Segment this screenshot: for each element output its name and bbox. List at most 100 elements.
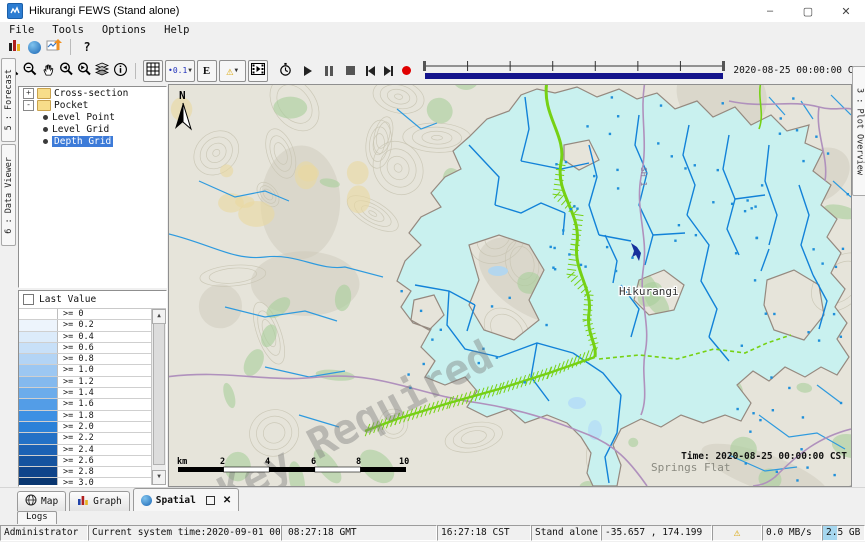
animation-timer-button[interactable] bbox=[277, 61, 295, 81]
tab-plot-overview[interactable]: 3 : Plot Overview bbox=[852, 66, 865, 196]
warning-levels-button[interactable]: ⚠ ▼ bbox=[219, 60, 246, 82]
tree-row[interactable]: + Cross-section bbox=[19, 87, 166, 99]
svg-text:6: 6 bbox=[311, 457, 316, 467]
legend-list: >= 0>= 0.2 >= 0.4>= 0.6>= 0.8>= 1.0>= 1.2… bbox=[19, 309, 152, 485]
tree-row-selected[interactable]: Depth Grid bbox=[19, 135, 166, 147]
tree-row[interactable]: - Pocket bbox=[19, 99, 166, 111]
explorer-button[interactable] bbox=[4, 37, 24, 57]
legend-row[interactable]: >= 2.6 bbox=[19, 456, 152, 467]
close-button[interactable]: ✕ bbox=[827, 1, 865, 22]
legend-row[interactable]: >= 2.4 bbox=[19, 445, 152, 456]
legend-color-swatch bbox=[19, 332, 58, 342]
warning-icon: ⚠ bbox=[226, 64, 233, 78]
scroll-down-arrow[interactable]: ▼ bbox=[152, 470, 166, 485]
svg-text:10: 10 bbox=[399, 457, 409, 467]
skip-to-end-button[interactable] bbox=[379, 61, 397, 81]
time-slider[interactable] bbox=[421, 57, 727, 84]
legend-row-label: >= 3.0 bbox=[58, 478, 152, 485]
grid-display-button[interactable] bbox=[143, 60, 163, 82]
skip-to-start-button[interactable] bbox=[361, 61, 379, 81]
tab-graph[interactable]: Graph bbox=[69, 491, 130, 511]
legend-row[interactable]: >= 1.2 bbox=[19, 377, 152, 388]
maximize-button[interactable]: ▢ bbox=[789, 1, 827, 22]
chevron-down-icon: ▼ bbox=[188, 67, 192, 74]
scrollbar-thumb[interactable] bbox=[153, 323, 165, 465]
tree-toggle[interactable]: + bbox=[23, 88, 34, 99]
menu-help[interactable]: Help bbox=[155, 24, 198, 36]
legend-row[interactable]: >= 0.8 bbox=[19, 354, 152, 365]
svg-text:2: 2 bbox=[220, 457, 225, 467]
legend-row[interactable]: >= 2.2 bbox=[19, 433, 152, 444]
status-gmt-time: 08:27:18 GMT bbox=[281, 525, 437, 541]
legend-scrollbar[interactable]: ▲ ▼ bbox=[151, 309, 166, 485]
legend-row[interactable]: >= 0 bbox=[19, 309, 152, 320]
tab-label: Graph bbox=[93, 496, 122, 507]
toolbar-separator bbox=[135, 63, 136, 79]
globe-icon bbox=[28, 41, 41, 54]
tab-forecast[interactable]: 5 : Forecast bbox=[1, 58, 16, 142]
tab-data-viewer[interactable]: 6 : Data Viewer bbox=[1, 144, 16, 246]
last-value-checkbox[interactable] bbox=[23, 294, 34, 305]
legend-row[interactable]: >= 0.2 bbox=[19, 320, 152, 331]
legend-row[interactable]: >= 1.4 bbox=[19, 388, 152, 399]
bar-chart-icon bbox=[77, 494, 89, 509]
layers-button[interactable] bbox=[93, 61, 111, 81]
close-icon[interactable]: ✕ bbox=[223, 495, 231, 506]
tree-row[interactable]: Level Point bbox=[19, 111, 166, 123]
legend-row[interactable]: >= 2.8 bbox=[19, 467, 152, 478]
play-button[interactable] bbox=[299, 61, 317, 81]
legend-color-swatch bbox=[19, 399, 58, 409]
legend-row-label: >= 1.8 bbox=[58, 411, 152, 421]
tab-map[interactable]: Map bbox=[17, 491, 66, 511]
legend-row-label: >= 0.2 bbox=[58, 320, 152, 330]
place-label-springs-flat: Springs Flat bbox=[651, 461, 730, 474]
legend-panel: Last Value >= 0>= 0.2>= 0.4>= 0.6>= 0.8>… bbox=[18, 290, 167, 487]
minimize-button[interactable]: – bbox=[751, 1, 789, 22]
legend-row[interactable]: >= 1.8 bbox=[19, 411, 152, 422]
map-display-button[interactable] bbox=[24, 37, 44, 57]
pause-button[interactable] bbox=[320, 61, 338, 81]
layers-icon bbox=[94, 61, 110, 80]
window-title: Hikurangi FEWS (Stand alone) bbox=[29, 5, 179, 17]
spatial-display-button[interactable] bbox=[44, 37, 64, 57]
movie-icon bbox=[251, 63, 265, 78]
menu-options[interactable]: Options bbox=[93, 24, 155, 36]
record-button[interactable] bbox=[397, 61, 415, 81]
map-view[interactable]: API Key Required API Key Required Hikura… bbox=[168, 84, 852, 487]
legend-row[interactable]: >= 2.0 bbox=[19, 422, 152, 433]
help-icon: ? bbox=[83, 40, 90, 54]
zoom-previous-button[interactable] bbox=[57, 61, 75, 81]
status-download-rate: 0.0 MB/s bbox=[762, 525, 822, 541]
stop-icon bbox=[346, 66, 355, 75]
svg-text:8: 8 bbox=[356, 457, 361, 467]
elevation-button[interactable]: E bbox=[197, 60, 217, 82]
zoom-out-button[interactable] bbox=[21, 61, 39, 81]
toolbar-separator bbox=[70, 39, 71, 55]
menu-file[interactable]: File bbox=[0, 24, 43, 36]
legend-row[interactable]: >= 3.0 bbox=[19, 478, 152, 485]
svg-text:km: km bbox=[177, 457, 187, 467]
status-bar: Administrator Current system time:2020-0… bbox=[0, 524, 865, 542]
folder-icon bbox=[37, 100, 51, 111]
legend-color-swatch bbox=[19, 365, 58, 375]
info-button[interactable] bbox=[111, 61, 129, 81]
logs-tab[interactable]: Logs bbox=[17, 511, 57, 525]
zoom-next-button[interactable] bbox=[75, 61, 93, 81]
pan-button[interactable] bbox=[39, 61, 57, 81]
tree-toggle[interactable]: - bbox=[23, 100, 34, 111]
help-button[interactable]: ? bbox=[77, 37, 97, 57]
menu-tools[interactable]: Tools bbox=[43, 24, 93, 36]
label-threshold-button[interactable]: •0.1 ▼ bbox=[165, 60, 194, 82]
animation-button[interactable] bbox=[248, 60, 268, 82]
stop-button[interactable] bbox=[341, 61, 359, 81]
tree-row[interactable]: Level Grid bbox=[19, 123, 166, 135]
legend-row[interactable]: >= 0.4 bbox=[19, 332, 152, 343]
legend-row-label: >= 2.8 bbox=[58, 467, 152, 477]
legend-row[interactable]: >= 1.0 bbox=[19, 365, 152, 376]
scroll-up-arrow[interactable]: ▲ bbox=[152, 309, 166, 324]
tab-spatial[interactable]: Spatial ✕ bbox=[133, 488, 239, 511]
restore-icon[interactable] bbox=[206, 496, 215, 505]
legend-row[interactable]: >= 0.6 bbox=[19, 343, 152, 354]
legend-row[interactable]: >= 1.6 bbox=[19, 399, 152, 410]
status-warning-icon[interactable]: ⚠ bbox=[712, 525, 762, 541]
